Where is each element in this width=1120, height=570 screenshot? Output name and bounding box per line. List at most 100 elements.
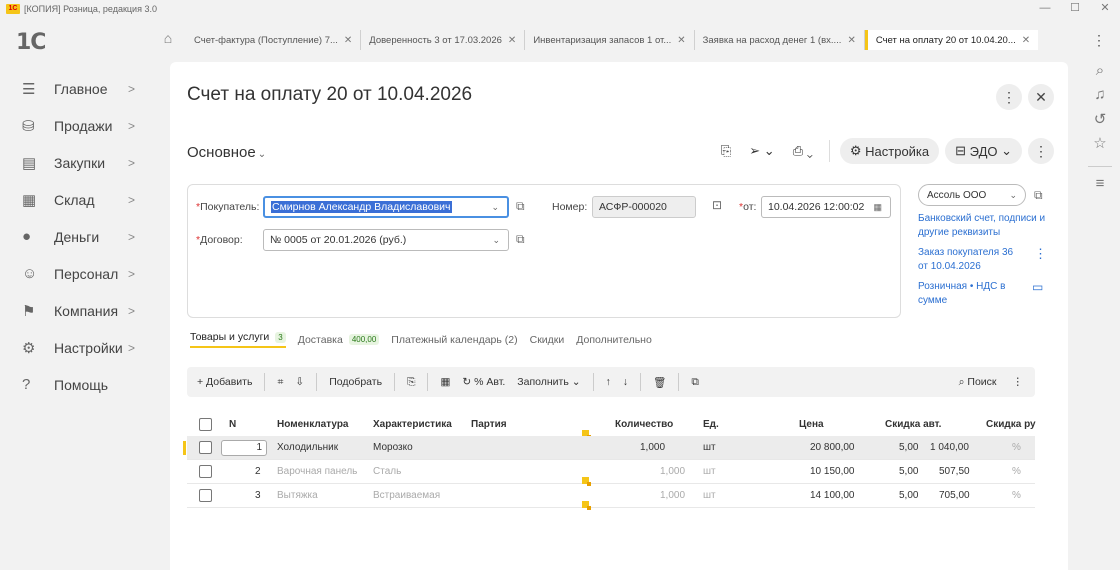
more-options-button[interactable]: ⋮ xyxy=(996,84,1022,110)
cell-price[interactable]: 14 100,00 xyxy=(810,490,855,501)
tab-payment-calendar[interactable]: Платежный календарь (2) xyxy=(391,334,517,346)
cell-characteristic[interactable]: Встраиваемая xyxy=(373,490,440,501)
sidebar-item-warehouse[interactable]: ▦ Склад > xyxy=(22,181,152,218)
copy-rows-icon[interactable]: ⎘ xyxy=(407,376,415,389)
edo-button[interactable]: ⊟ ЭДО ⌄ xyxy=(945,138,1022,164)
tab-goods[interactable]: Товары и услуги 3 xyxy=(190,331,286,348)
cell-unit[interactable]: шт xyxy=(703,466,716,477)
row-checkbox[interactable] xyxy=(199,441,212,454)
more-vertical-icon[interactable]: ⋮ xyxy=(1034,246,1047,274)
more-vertical-icon[interactable]: ⋮ xyxy=(1092,32,1106,49)
import-icon[interactable]: ⇩ xyxy=(295,376,304,388)
cell-discount-pct[interactable]: 5,00 xyxy=(899,442,918,453)
print-icon[interactable]: ⎙ ⌄ xyxy=(787,138,819,164)
row-checkbox[interactable] xyxy=(199,489,212,502)
move-up-icon[interactable]: ↑ xyxy=(606,376,611,388)
fill-button[interactable]: Заполнить ⌄ xyxy=(517,376,580,388)
col-characteristic[interactable]: Характеристика xyxy=(373,419,452,430)
close-tab-icon[interactable]: ✕ xyxy=(344,35,352,46)
cell-discount-sum[interactable]: 507,50 xyxy=(939,466,970,477)
col-item[interactable]: Номенклатура xyxy=(277,419,348,430)
buyer-field[interactable]: Смирнов Александр Владиславович ⌄ xyxy=(263,196,509,218)
close-window-button[interactable]: ✕ xyxy=(1090,0,1120,18)
more-options-button[interactable]: ⋮ xyxy=(1028,138,1054,164)
close-tab-icon[interactable]: ✕ xyxy=(677,35,685,46)
send-icon[interactable]: ➢ ⌄ xyxy=(743,138,780,164)
cell-characteristic[interactable]: Морозко xyxy=(373,442,413,453)
row-checkbox[interactable] xyxy=(199,465,212,478)
document-status-icon[interactable]: ⎘ xyxy=(715,138,737,164)
chevron-down-icon[interactable]: ⌄ xyxy=(491,202,499,213)
search-button[interactable]: ⌕ Поиск ⋮ xyxy=(959,376,1023,389)
minimize-button[interactable]: — xyxy=(1030,0,1060,18)
tab-power-of-attorney[interactable]: Доверенность 3 от 17.03.2026 ✕ xyxy=(361,30,526,50)
close-tab-icon[interactable]: ✕ xyxy=(1022,35,1030,46)
close-document-button[interactable]: ✕ xyxy=(1028,84,1054,110)
cell-quantity[interactable]: 1,000 xyxy=(640,442,665,453)
cell-item[interactable]: Холодильник xyxy=(277,442,338,453)
add-button[interactable]: + Добавить xyxy=(197,376,252,388)
tab-inventory[interactable]: Инвентаризация запасов 1 от... ✕ xyxy=(525,30,695,50)
close-tab-icon[interactable]: ✕ xyxy=(847,35,855,46)
table-row[interactable]: 1 Холодильник Морозко 1,000 шт 20 800,00… xyxy=(183,436,1035,460)
cell-price[interactable]: 10 150,00 xyxy=(810,466,855,477)
col-batch[interactable]: Партия xyxy=(471,419,507,430)
col-manual-discount[interactable]: Скидка ру xyxy=(986,419,1036,430)
section-selector[interactable]: Основное ⌄ xyxy=(187,144,266,161)
table-row[interactable]: 3 Вытяжка Встраиваемая 1,000 шт 14 100,0… xyxy=(187,484,1035,510)
select-all-checkbox[interactable] xyxy=(199,417,212,431)
col-n[interactable]: N xyxy=(229,419,236,430)
col-price[interactable]: Цена xyxy=(799,419,824,430)
close-tab-icon[interactable]: ✕ xyxy=(508,35,516,46)
col-auto-discount[interactable]: Скидка авт. xyxy=(885,419,941,430)
sidebar-item-money[interactable]: ● Деньги > xyxy=(22,218,152,255)
cell-discount-manual[interactable]: % xyxy=(1012,466,1021,477)
cell-discount-manual[interactable]: % xyxy=(1012,490,1021,501)
tab-invoice-received[interactable]: Счет-фактура (Поступление) 7... ✕ xyxy=(186,30,362,50)
cell-characteristic[interactable]: Сталь xyxy=(373,466,401,477)
barcode-icon[interactable]: ⌗ xyxy=(277,376,283,389)
bank-details-link[interactable]: Банковский счет, подписи и другие реквиз… xyxy=(918,212,1058,240)
contract-field[interactable]: № 0005 от 20.01.2026 (руб.) ⌄ xyxy=(263,229,509,251)
number-field[interactable]: АСФР-000020 xyxy=(592,196,696,218)
cell-discount-pct[interactable]: 5,00 xyxy=(899,490,918,501)
cell-quantity[interactable]: 1,000 xyxy=(660,466,685,477)
filter-icon[interactable]: ≡ xyxy=(1080,175,1120,199)
delete-icon[interactable]: 🗑 xyxy=(653,376,666,389)
auto-discount-button[interactable]: ↻ % Авт. xyxy=(462,376,505,388)
move-down-icon[interactable]: ↓ xyxy=(623,376,628,388)
copy-icon[interactable]: ⧉ xyxy=(691,376,699,389)
sidebar-item-help[interactable]: ? Помощь xyxy=(22,366,152,403)
customer-order-link[interactable]: Заказ покупателя 36 от 10.04.2026 xyxy=(918,246,1018,274)
settings-button[interactable]: ⚙ Настройка xyxy=(839,138,940,164)
col-unit[interactable]: Ед. xyxy=(703,419,719,430)
col-quantity[interactable]: Количество xyxy=(615,419,673,430)
star-icon[interactable]: ☆ xyxy=(1080,134,1120,158)
date-field[interactable]: 10.04.2026 12:00:02 ▦ xyxy=(761,196,891,218)
tab-cash-request[interactable]: Заявка на расход денег 1 (вх.... ✕ xyxy=(695,30,865,50)
calendar-icon[interactable]: ▦ xyxy=(873,202,882,213)
open-link-icon[interactable]: ⧉ xyxy=(516,199,525,214)
open-link-icon[interactable]: ⧉ xyxy=(1034,188,1043,203)
sidebar-item-company[interactable]: ⚑ Компания > xyxy=(22,292,152,329)
lock-icon[interactable]: ⊡ xyxy=(712,198,722,212)
calc-icon[interactable]: ▦ xyxy=(440,376,450,388)
tax-mode-link[interactable]: Розничная • НДС в сумме xyxy=(918,280,1018,308)
cell-discount-manual[interactable]: % xyxy=(1012,442,1021,453)
tab-payment-invoice[interactable]: Счет на оплату 20 от 10.04.20... ✕ xyxy=(864,30,1039,50)
cell-discount-pct[interactable]: 5,00 xyxy=(899,466,918,477)
cell-quantity[interactable]: 1,000 xyxy=(660,490,685,501)
cell-unit[interactable]: шт xyxy=(703,490,716,501)
tab-delivery[interactable]: Доставка 400,00 xyxy=(298,334,380,346)
cell-discount-sum[interactable]: 705,00 xyxy=(939,490,970,501)
sidebar-item-sales[interactable]: ⛁ Продажи > xyxy=(22,107,152,144)
table-row[interactable]: 2 Варочная панель Сталь 1,000 шт 10 150,… xyxy=(187,460,1035,486)
sidebar-item-staff[interactable]: ☺ Персонал > xyxy=(22,255,152,292)
tab-discounts[interactable]: Скидки xyxy=(530,334,565,346)
cell-price[interactable]: 20 800,00 xyxy=(810,442,855,453)
sidebar-item-purchases[interactable]: ▤ Закупки > xyxy=(22,144,152,181)
cell-item[interactable]: Варочная панель xyxy=(277,466,357,477)
sidebar-item-main[interactable]: ☰ Главное > xyxy=(22,70,152,107)
maximize-button[interactable]: ☐ xyxy=(1060,0,1090,18)
organization-field[interactable]: Ассоль ООО ⌄ xyxy=(918,184,1026,206)
